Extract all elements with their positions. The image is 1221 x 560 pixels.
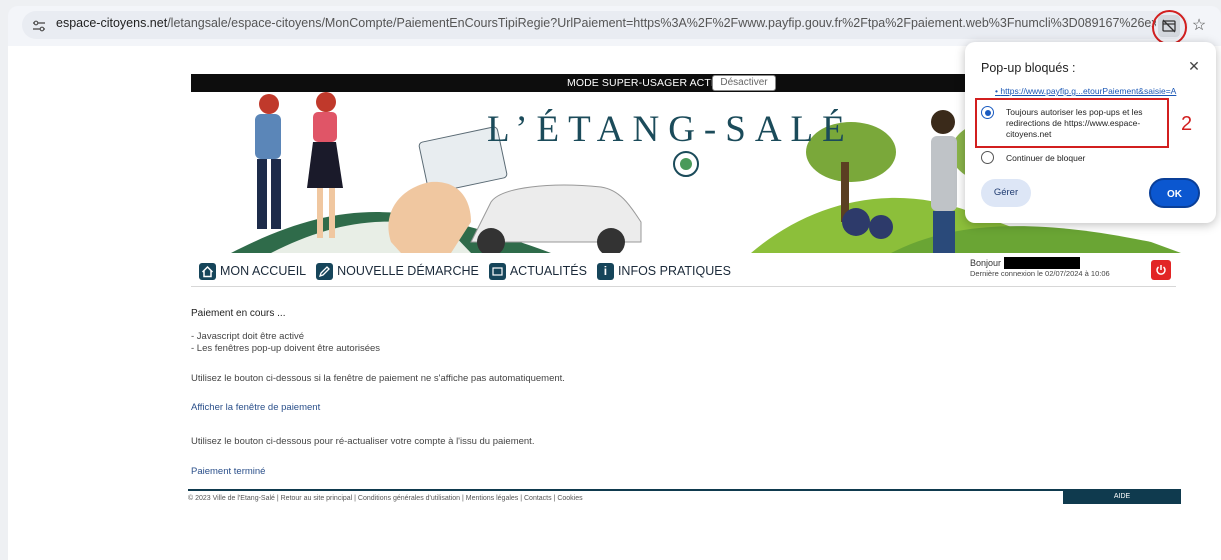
radio-keep-blocking[interactable] <box>981 151 994 164</box>
site-settings-icon[interactable] <box>32 19 46 32</box>
footer-links[interactable]: © 2023 Ville de l'Etang-Salé | Retour au… <box>188 495 583 502</box>
bookmark-star-icon[interactable]: ☆ <box>1189 16 1209 36</box>
manage-button[interactable]: Gérer <box>981 179 1031 207</box>
annotation-circle <box>1152 10 1187 45</box>
nav-actualites[interactable]: ACTUALITÉS <box>488 262 587 280</box>
home-icon <box>199 262 216 280</box>
nav-label: INFOS PRATIQUES <box>617 264 731 278</box>
nav-mon-accueil[interactable]: MON ACCUEIL <box>199 262 307 280</box>
requirement-javascript: - Javascript doit être activé <box>191 331 304 342</box>
nav-divider <box>191 286 1176 287</box>
show-payment-window-link[interactable]: Afficher la fenêtre de paiement <box>191 402 320 413</box>
nav-label: MON ACCUEIL <box>220 264 307 278</box>
info-icon: i <box>596 262 614 280</box>
option-keep-blocking-label[interactable]: Continuer de bloquer <box>1006 153 1085 163</box>
city-title: L’ÉTANG-SALÉ <box>487 109 854 150</box>
logout-button[interactable] <box>1151 260 1171 280</box>
last-connection: Dernière connexion le 02/07/2024 à 10:06 <box>970 269 1110 278</box>
news-icon <box>488 262 506 280</box>
edit-icon <box>316 262 334 280</box>
requirement-popups: - Les fenêtres pop-up doivent être autor… <box>191 343 381 354</box>
url-path: /letangsale/espace-citoyens/MonCompte/Pa… <box>167 16 1156 30</box>
nav-label: ACTUALITÉS <box>509 264 587 278</box>
nav-infos-pratiques[interactable]: i INFOS PRATIQUES <box>596 262 731 280</box>
nav-label: NOUVELLE DÉMARCHE <box>337 264 479 278</box>
super-user-label: MODE SUPER-USAGER ACTIF <box>567 77 721 89</box>
close-icon[interactable]: ✕ <box>1186 58 1202 74</box>
help-button[interactable]: AIDE <box>1063 490 1181 504</box>
refresh-note: Utilisez le bouton ci-dessous pour ré-ac… <box>191 436 535 447</box>
deactivate-button[interactable]: Désactiver <box>712 75 776 91</box>
payment-title: Paiement en cours ... <box>191 308 286 319</box>
payment-done-link[interactable]: Paiement terminé <box>191 466 265 477</box>
popup-title: Pop-up bloqués : <box>981 61 1076 75</box>
url-host: espace-citoyens.net <box>56 16 168 30</box>
ok-button[interactable]: OK <box>1149 178 1200 208</box>
redacted-username <box>1004 257 1080 269</box>
power-icon <box>1156 265 1166 275</box>
main-nav: MON ACCUEIL NOUVELLE DÉMARCHE ACTUALITÉS… <box>199 261 741 281</box>
blocked-popup-link[interactable]: • https://www.payfip.g...etourPaiement&s… <box>995 86 1176 96</box>
annotation-box <box>975 98 1169 148</box>
blocked-popup-url: https://www.payfip.g...etourPaiement&sai… <box>1000 86 1177 96</box>
annotation-marker-2: 2 <box>1181 113 1193 135</box>
footer-divider <box>188 489 1181 491</box>
user-greeting: Bonjour <box>970 258 1002 268</box>
url-text[interactable]: espace-citoyens.net/letangsale/espace-ci… <box>56 16 1156 30</box>
auto-note: Utilisez le bouton ci-dessous si la fenê… <box>191 373 565 384</box>
nav-nouvelle-demarche[interactable]: NOUVELLE DÉMARCHE <box>316 262 479 280</box>
